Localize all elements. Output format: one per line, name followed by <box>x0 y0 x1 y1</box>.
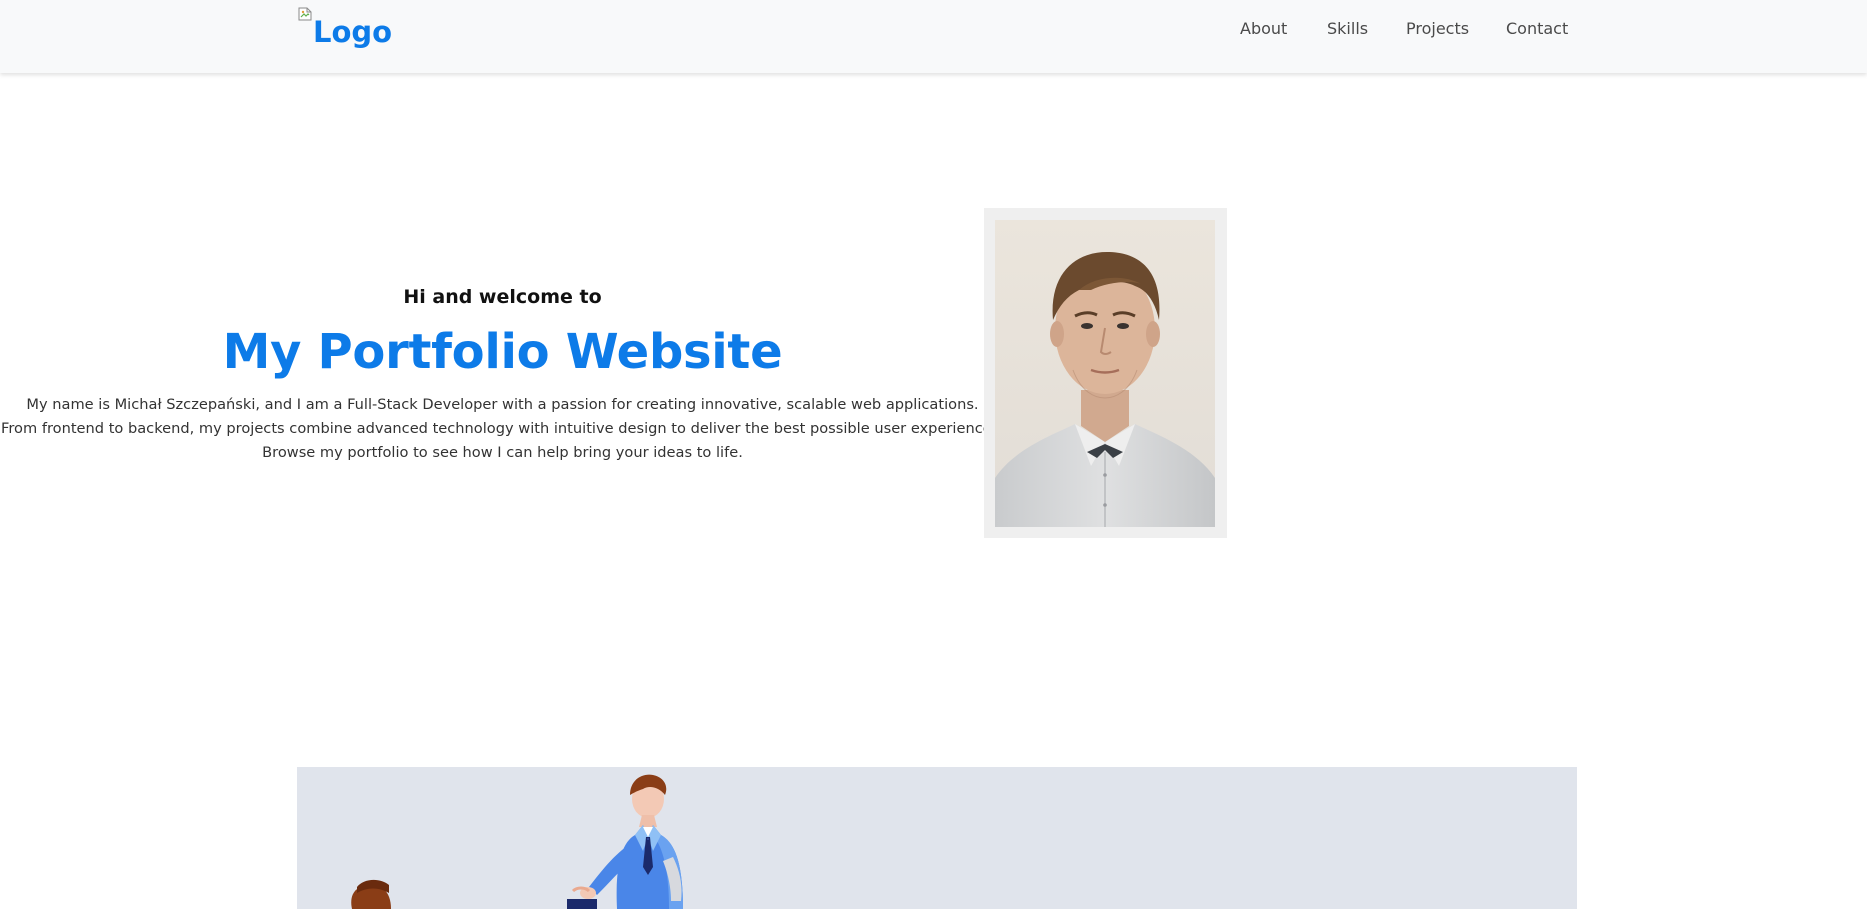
hero-description-line: From frontend to backend, my projects co… <box>1 420 1004 437</box>
hero-description-line: My name is Michał Szczepański, and I am … <box>26 396 979 413</box>
profile-photo <box>995 220 1215 527</box>
broken-image-icon <box>297 6 313 22</box>
navbar: Logo About Skills Projects Contact <box>0 0 1867 73</box>
illustration-panel <box>297 767 1577 909</box>
nav-link-about[interactable]: About <box>1240 19 1287 38</box>
logo-alt-text: Logo <box>313 15 393 49</box>
business-people-illustration <box>351 774 683 909</box>
nav-link-skills[interactable]: Skills <box>1327 19 1368 38</box>
hero-description: My name is Michał Szczepański, and I am … <box>0 393 1005 465</box>
hero-description-line: Browse my portfolio to see how I can hel… <box>262 444 743 461</box>
nav-link-contact[interactable]: Contact <box>1506 19 1568 38</box>
hero-greeting: Hi and welcome to <box>403 286 602 308</box>
logo-link[interactable]: Logo <box>297 5 392 49</box>
hero-title: My Portfolio Website <box>222 324 783 380</box>
profile-photo-frame <box>984 208 1227 538</box>
nav-link-projects[interactable]: Projects <box>1406 19 1469 38</box>
